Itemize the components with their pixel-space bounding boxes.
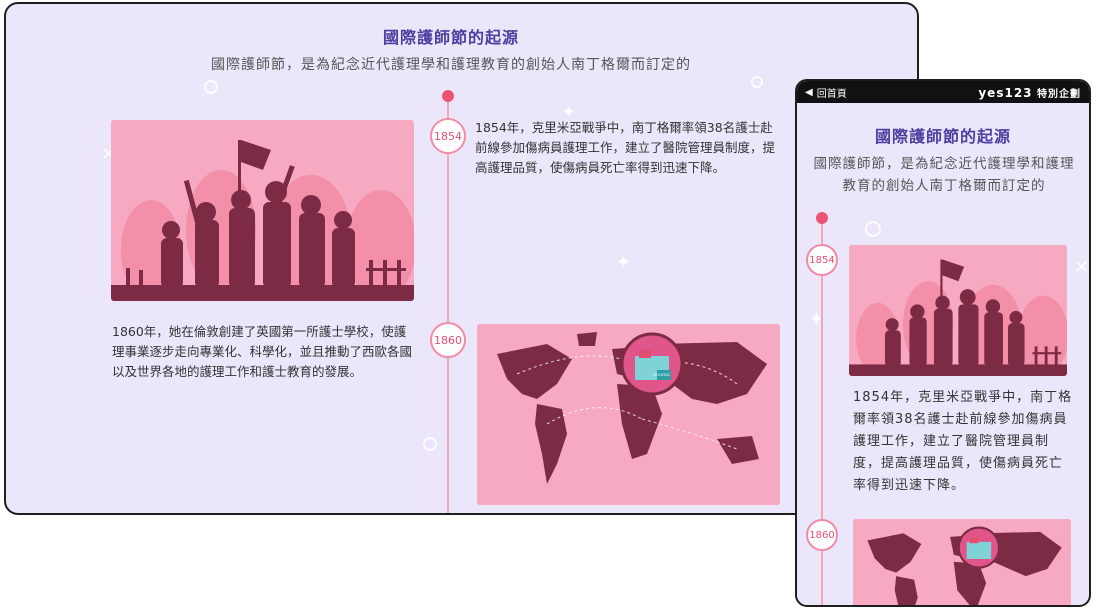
circle-decoration-icon [204, 80, 218, 94]
sparkle-icon: ✦ [616, 252, 632, 273]
mobile-preview: ◀ 回首頁 yes123 特別企劃 ✦ ✕ 國際護師節的起源 國際護師節，是為紀… [795, 79, 1091, 607]
page-title: 國際護師節的起源 [874, 127, 1011, 146]
page-subtitle: 國際護師節，是為紀念近代護理學和護理教育的創始人南丁格爾而訂定的 [211, 57, 691, 73]
circle-decoration-icon [865, 221, 881, 237]
timeline-text-1860: 1860年，她在倫敦創建了英國第一所護士學校，使護理事業逐步走向專業化、科學化，… [112, 324, 413, 379]
page-subtitle: 國際護師節，是為紀念近代護理學和護理教育的創始人南丁格爾而訂定的 [813, 156, 1075, 194]
year-marker-1854: 1854 [806, 244, 838, 276]
page-title: 國際護師節的起源 [382, 28, 519, 47]
timeline-start-dot [442, 90, 454, 102]
year-marker-1860: 1860 [430, 322, 466, 358]
timeline-text-1854: 1854年，克里米亞戰爭中，南丁格爾率領38名護士赴前線參加傷病員護理工作，建立… [853, 390, 1073, 493]
timeline-line [447, 96, 449, 513]
year-marker-1860: 1860 [806, 519, 838, 551]
year-marker-1854: 1854 [430, 118, 466, 154]
circle-decoration-icon [751, 76, 763, 88]
school-sign-text: SCHOOL [654, 372, 672, 377]
protest-silhouette-illustration [849, 245, 1067, 376]
brand-label: yes123 特別企劃 [978, 85, 1081, 100]
timeline-start-dot [816, 212, 828, 224]
protest-silhouette-illustration [111, 120, 414, 301]
desktop-preview: ✕ ✦ ✦ 國際護師節的起源 國際護師節，是為紀念近代護理學和護理教育的創始人南… [4, 2, 919, 515]
back-arrow-icon: ◀ [805, 86, 813, 98]
back-home-link[interactable]: ◀ 回首頁 [805, 85, 847, 100]
back-home-label: 回首頁 [816, 88, 847, 100]
sparkle-icon: ✕ [1074, 257, 1090, 278]
world-map-illustration [853, 519, 1071, 605]
mobile-top-bar: ◀ 回首頁 yes123 特別企劃 [797, 81, 1089, 103]
brand-name: yes123 [978, 85, 1033, 100]
timeline-text-1854: 1854年，克里米亞戰爭中，南丁格爾率領38名護士赴前線參加傷病員護理工作，建立… [475, 120, 776, 175]
circle-decoration-icon [423, 437, 437, 451]
world-map-illustration: SCHOOL [477, 324, 780, 505]
brand-suffix: 特別企劃 [1037, 88, 1081, 100]
